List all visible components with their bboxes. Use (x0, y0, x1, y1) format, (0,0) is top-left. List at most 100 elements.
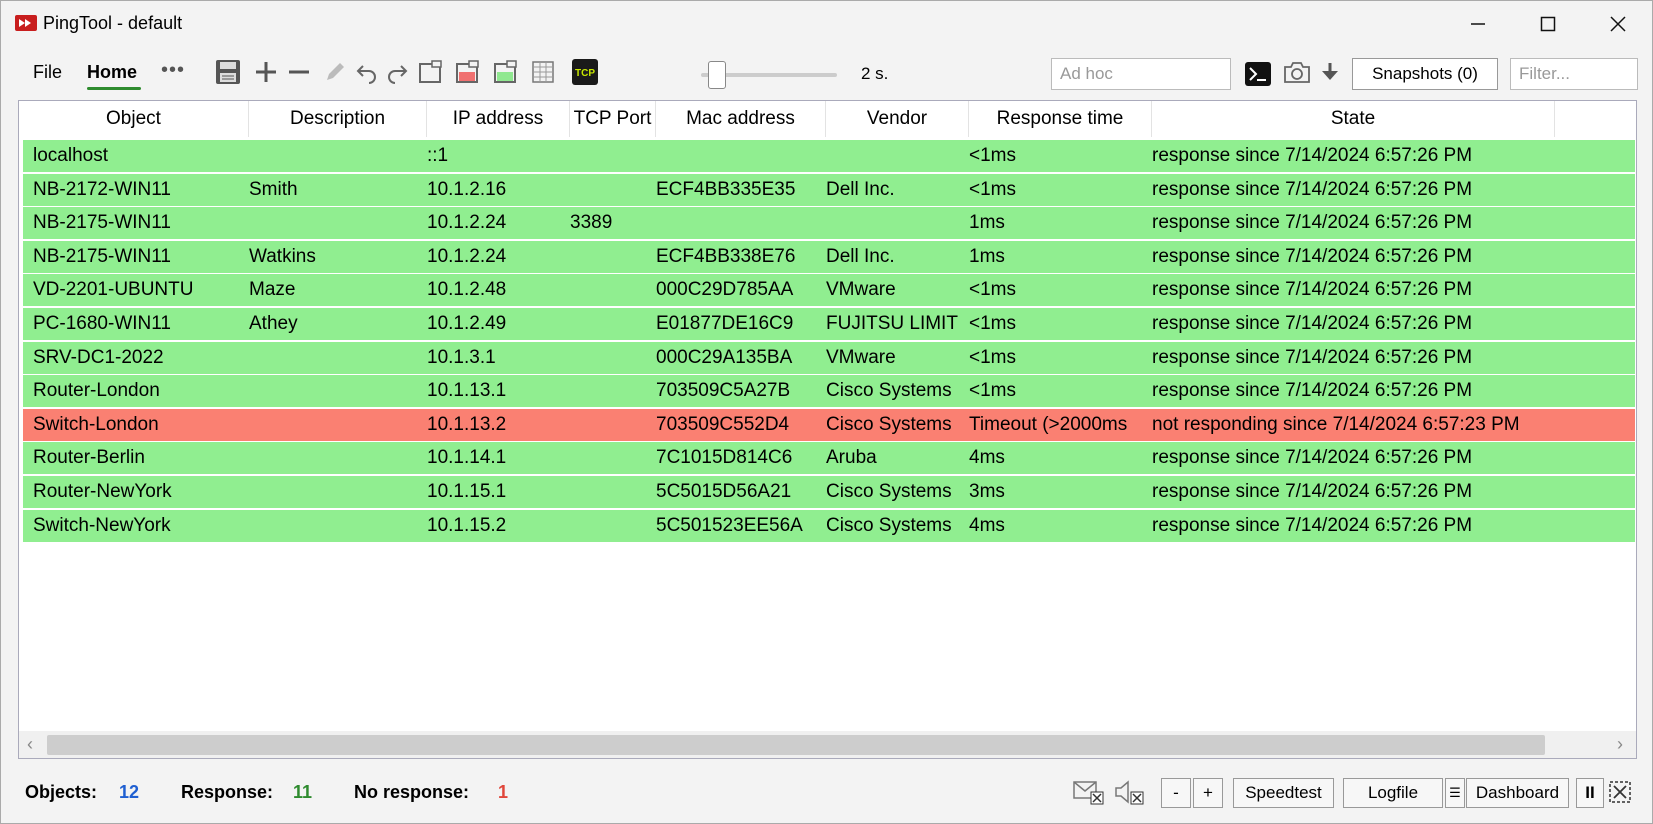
menu-file[interactable]: File (33, 62, 62, 83)
mail-disabled-icon[interactable] (1072, 776, 1106, 808)
more-options-icon[interactable]: ••• (161, 59, 185, 82)
col-header-response-time[interactable]: Response time (969, 101, 1152, 137)
table-row[interactable]: NB-2175-WIN11 Watkins 10.1.2.24 ECF4BB338E7… (23, 240, 1635, 273)
cell-mac-address: 000C29A135BA (656, 346, 793, 368)
cell-tcp-port (570, 174, 654, 206)
redo-icon[interactable] (383, 58, 411, 86)
horizontal-scrollbar-thumb[interactable] (47, 735, 1545, 755)
table-row[interactable]: Router-NewYork 10.1.15.1 5C5015D56A21 Cisco… (23, 476, 1635, 508)
cell-vendor (826, 207, 966, 239)
cell-tcp-port (570, 375, 654, 407)
table-row[interactable]: VD-2201-UBUNTU Maze 10.1.2.48 000C29D785AA V… (23, 274, 1635, 307)
logfile-button[interactable]: Logfile (1343, 778, 1443, 808)
dashboard-button[interactable]: Dashboard (1466, 778, 1569, 808)
cell-object: NB-2175-WIN11 (33, 245, 171, 267)
table-row[interactable]: Switch-NewYork 10.1.15.2 5C501523EE56A Cisc… (23, 509, 1635, 542)
camera-icon[interactable] (1283, 58, 1311, 86)
cell-mac-address: 5C5015D56A21 (656, 481, 792, 502)
cell-tcp-port (570, 409, 654, 441)
save-icon[interactable] (214, 58, 242, 86)
cell-object: localhost (33, 145, 108, 166)
logfile-menu-icon[interactable]: ☰ (1445, 778, 1465, 808)
maximize-icon (1540, 16, 1556, 32)
adhoc-input[interactable] (1051, 58, 1231, 90)
cell-tcp-port (570, 274, 654, 306)
col-header-tcp-port[interactable]: TCP Port (570, 101, 656, 137)
menu-home-tab[interactable]: Home (87, 62, 137, 83)
cell-ip-address: 10.1.2.16 (427, 178, 507, 200)
cell-tcp-port (570, 442, 654, 474)
table-row[interactable]: Router-Berlin 10.1.14.1 7C1015D814C6 Aruba 4… (23, 442, 1635, 475)
cell-vendor: Dell Inc. (826, 178, 895, 200)
minimize-button[interactable] (1443, 1, 1513, 47)
cell-state: response since 7/14/2024 6:57:26 PM (1152, 279, 1473, 301)
filter-input[interactable] (1510, 58, 1638, 90)
col-header-mac-address[interactable]: Mac address (656, 101, 826, 137)
sound-disabled-icon[interactable] (1112, 776, 1146, 808)
grid-icon[interactable] (529, 58, 557, 86)
horizontal-scrollbar[interactable]: ‹ › (19, 731, 1636, 758)
download-icon[interactable] (1316, 58, 1344, 86)
table-row[interactable]: Router-London 10.1.13.1 703509C5A27B Cisco … (23, 375, 1635, 408)
cell-ip-address: 10.1.13.2 (427, 413, 507, 435)
cell-mac-address: 000C29D785AA (656, 279, 794, 301)
status-bar: Objects: 12 Response: 11 No response: 1 … (1, 771, 1652, 815)
cell-description: Smith (249, 178, 298, 200)
cell-object: Router-London (33, 380, 160, 402)
cell-description (249, 140, 425, 172)
terminal-icon[interactable] (1244, 60, 1272, 88)
scroll-left-icon[interactable]: ‹ (27, 734, 33, 755)
snapshots-button[interactable]: Snapshots (0) (1352, 58, 1498, 90)
table-row-failed[interactable]: Switch-London 10.1.13.2 703509C552D4 Cisco … (23, 408, 1635, 441)
table-row[interactable]: localhost::1 <1ms response since 7/14/2024… (23, 140, 1635, 172)
cell-tcp-port (570, 241, 654, 273)
col-header-ip-address[interactable]: IP address (427, 101, 570, 137)
cell-object: Switch-London (33, 413, 159, 435)
cell-response-time: 1ms (969, 245, 1005, 267)
decrease-button[interactable]: - (1161, 778, 1191, 808)
window-icon[interactable] (416, 58, 444, 86)
tcp-icon[interactable]: TCP (571, 58, 599, 86)
cell-tcp-port: 3389 (570, 212, 613, 234)
col-header-description[interactable]: Description (249, 101, 427, 137)
cell-mac-address: ECF4BB338E76 (656, 245, 796, 267)
green-window-icon[interactable] (491, 58, 519, 86)
cell-mac-address: 5C501523EE56A (656, 514, 803, 536)
cell-response-time: Timeout (>2000ms (969, 413, 1128, 435)
table-row[interactable]: PC-1680-WIN11 Athey 10.1.2.49 E01877DE16C9 F… (23, 308, 1635, 340)
cell-mac-address: 703509C552D4 (656, 413, 790, 435)
cell-response-time: <1ms (969, 346, 1016, 368)
table-row[interactable]: NB-2175-WIN11 10.1.2.24 3389 1ms response si… (23, 207, 1635, 240)
selection-clear-icon[interactable] (1605, 776, 1635, 808)
cell-response-time: <1ms (969, 380, 1016, 402)
svg-text:TCP: TCP (575, 68, 595, 79)
cell-state: response since 7/14/2024 6:57:26 PM (1152, 212, 1473, 234)
col-header-state[interactable]: State (1152, 101, 1555, 137)
active-tab-indicator (87, 87, 141, 90)
add-icon[interactable] (252, 58, 280, 86)
speedtest-button[interactable]: Speedtest (1233, 778, 1334, 808)
interval-slider-handle[interactable] (707, 61, 726, 89)
cell-object: Switch-NewYork (33, 514, 171, 536)
pause-button[interactable]: II (1576, 778, 1604, 808)
maximize-button[interactable] (1513, 1, 1583, 47)
table-row[interactable]: SRV-DC1-2022 10.1.3.1 000C29A135BA VMware <1… (23, 341, 1635, 374)
cell-mac-address: 7C1015D814C6 (656, 447, 793, 469)
col-header-vendor[interactable]: Vendor (826, 101, 969, 137)
cell-state: response since 7/14/2024 6:57:26 PM (1152, 245, 1473, 267)
scroll-right-icon[interactable]: › (1617, 734, 1623, 755)
interval-label: 2 s. (861, 64, 889, 83)
close-button[interactable] (1583, 1, 1653, 47)
cell-state: response since 7/14/2024 6:57:26 PM (1152, 178, 1473, 200)
remove-icon[interactable] (285, 58, 313, 86)
increase-button[interactable]: + (1193, 778, 1223, 808)
cell-state: response since 7/14/2024 6:57:26 PM (1152, 481, 1473, 502)
table-row[interactable]: NB-2172-WIN11 Smith 10.1.2.16 ECF4BB335E35 D… (23, 173, 1635, 206)
edit-icon[interactable] (321, 58, 349, 86)
undo-icon[interactable] (353, 58, 381, 86)
cell-mac-address: E01877DE16C9 (656, 313, 794, 334)
cell-description: Athey (249, 313, 298, 334)
red-window-icon[interactable] (453, 58, 481, 86)
col-header-object[interactable]: Object (19, 101, 249, 137)
objects-label: Objects: (25, 782, 98, 802)
